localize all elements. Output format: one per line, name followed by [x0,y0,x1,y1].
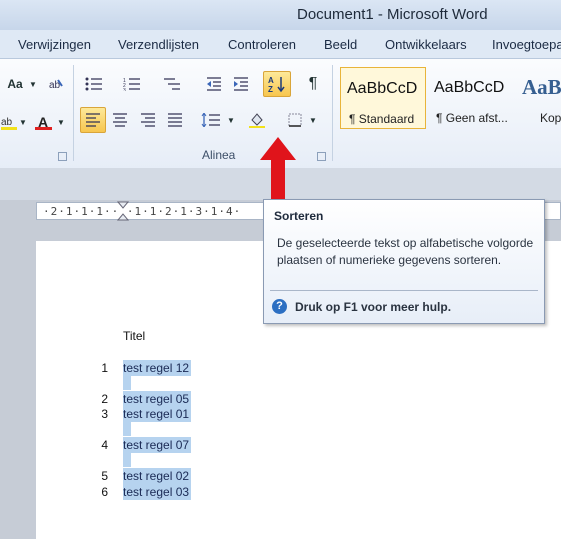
style-name: ¶ Geen afst... [436,111,508,125]
svg-text:ab: ab [1,117,13,128]
borders-icon[interactable] [284,109,306,131]
style-preview: AaBbCcD [347,80,418,97]
align-left-button[interactable] [80,107,106,133]
selected-empty-line [123,422,131,436]
multilevel-list-icon[interactable] [158,73,186,95]
line-number: 4 [101,438,108,452]
selected-empty-line [123,453,131,467]
selected-line[interactable]: test regel 02 [123,468,192,484]
shading-icon[interactable] [245,109,269,131]
chevron-down-icon[interactable]: ▼ [28,73,38,95]
style-preview: AaB [522,75,561,99]
tooltip-description: De geselecteerde tekst op alfabetische v… [277,236,534,267]
chevron-down-icon[interactable]: ▼ [18,111,28,133]
window-title: Document1 - Microsoft Word [297,6,488,23]
ruler-ticks: ·2·1·1·1·· ·1·1·2·1·3·1·4· [43,205,242,218]
tab-verwijzingen[interactable]: Verwijzingen [18,37,91,52]
title-bar: Document1 - Microsoft Word [0,0,561,30]
align-right-icon[interactable] [137,109,159,131]
selected-empty-line [123,376,131,390]
sort-button[interactable]: AZ [263,71,291,97]
style-name: Kop [540,111,561,125]
numbering-icon[interactable]: 123 [118,73,146,95]
align-left-icon [86,113,100,127]
selected-line[interactable]: test regel 05 [123,391,192,407]
ribbon-tabs: Verwijzingen Verzendlijsten Controleren … [0,30,561,58]
line-spacing-icon[interactable] [198,109,224,131]
svg-text:3: 3 [123,88,126,91]
help-icon: ? [272,299,287,314]
chevron-down-icon[interactable]: ▼ [56,111,66,133]
highlight-color-icon[interactable]: ab [0,111,18,133]
tab-ontwikkelaars[interactable]: Ontwikkelaars [385,37,467,52]
font-size-button[interactable]: Aa [2,73,28,95]
svg-text:A: A [268,76,274,85]
dialog-launcher-icon[interactable] [317,152,326,161]
style-name: ¶ Standaard [349,112,415,126]
indent-marker-icon[interactable] [117,201,129,223]
selected-line[interactable]: test regel 07 [123,437,192,453]
tooltip-title: Sorteren [274,209,324,223]
line-number: 1 [101,361,108,375]
increase-indent-icon[interactable] [230,73,252,95]
tab-beeld[interactable]: Beeld [324,37,357,52]
tooltip-divider [270,290,538,291]
document-title: Titel [123,329,146,343]
decrease-indent-icon[interactable] [203,73,225,95]
clear-format-icon[interactable]: ab [45,73,67,95]
selected-line[interactable]: test regel 01 [123,406,192,422]
selected-line[interactable]: test regel 03 [123,484,192,500]
style-preview: AaBbCcD [434,79,505,96]
line-number: 5 [101,469,108,483]
bullets-icon[interactable] [80,73,108,95]
sort-az-icon: AZ [268,76,285,93]
show-formatting-button[interactable]: ¶ [302,73,324,95]
line-number: 3 [101,407,108,421]
tab-controleren[interactable]: Controleren [228,37,296,52]
style-standaard[interactable]: AaBbCcD ¶ Standaard [340,67,426,129]
red-arrow-annotation [260,137,296,199]
tab-invoegtoepassingen[interactable]: Invoegtoepa [492,37,561,52]
dialog-launcher-icon[interactable] [58,152,67,161]
justify-icon[interactable] [164,109,186,131]
chevron-down-icon[interactable]: ▼ [308,109,318,131]
font-color-swatch [35,127,52,130]
chevron-down-icon[interactable]: ▼ [226,109,236,131]
align-center-icon[interactable] [109,109,131,131]
paragraph-group-label: Alinea [202,148,236,162]
svg-text:Z: Z [268,85,273,93]
tooltip-help-text: Druk op F1 voor meer hulp. [295,300,452,314]
tab-verzendlijsten[interactable]: Verzendlijsten [118,37,199,52]
line-number: 6 [101,485,108,499]
line-number: 2 [101,392,108,406]
sort-tooltip: Sorteren De geselecteerde tekst op alfab… [263,199,545,324]
selected-line[interactable]: test regel 12 [123,360,192,376]
style-geen-afstand[interactable]: AaBbCcD ¶ Geen afst... [428,67,514,129]
style-kop[interactable]: AaB Kop [516,67,561,129]
